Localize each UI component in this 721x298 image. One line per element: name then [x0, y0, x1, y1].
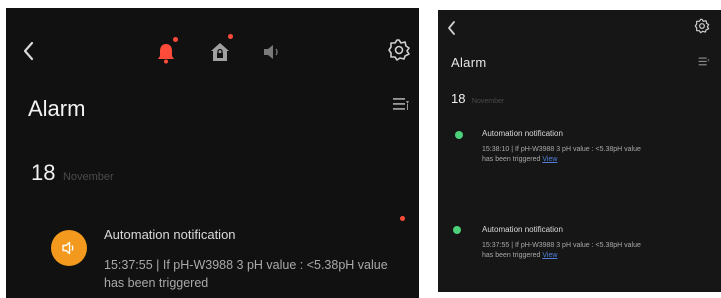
notification-item[interactable]: Automation notification 15:37:55 | If pH…	[482, 225, 692, 261]
page-title: Alarm	[28, 96, 86, 121]
date-day: 18	[31, 160, 56, 185]
notification-title: Automation notification	[104, 227, 236, 242]
notification-body: 15:38:10 | If pH-W3988 3 pH value : <5.3…	[482, 145, 647, 165]
notification-item[interactable]: Automation notification 15:37:55 | If pH…	[104, 227, 404, 292]
back-icon[interactable]	[21, 40, 37, 62]
unread-dot	[400, 216, 405, 221]
alarm-panel-main: Alarm 18 November Automation notificatio…	[6, 8, 419, 298]
speaker-icon	[62, 241, 74, 255]
notification-separator: |	[511, 242, 514, 249]
gear-icon[interactable]	[694, 18, 710, 34]
filter-list-icon[interactable]	[392, 96, 410, 112]
notification-body: 15:37:55 | If pH-W3988 3 pH value : <5.3…	[104, 256, 394, 292]
date-month: November	[62, 171, 114, 183]
view-link[interactable]: View	[542, 156, 557, 163]
notification-time: 15:37:55	[104, 258, 153, 272]
notification-icon-badge	[51, 230, 87, 266]
bell-icon[interactable]	[154, 41, 178, 65]
notification-body: 15:37:55 | If pH-W3988 3 pH value : <5.3…	[482, 241, 647, 261]
date-header: 18 November	[451, 90, 504, 108]
notification-item[interactable]: Automation notification 15:38:10 | If pH…	[482, 129, 692, 165]
view-link[interactable]: View	[542, 252, 557, 259]
date-day: 18	[451, 91, 466, 106]
gear-icon[interactable]	[387, 38, 411, 62]
alarm-panel-secondary: Alarm 18 November Automation notificatio…	[438, 10, 721, 292]
notification-time: 15:37:55	[482, 242, 510, 249]
date-header: 18 November	[31, 160, 114, 186]
notification-title: Automation notification	[482, 129, 563, 138]
house-alert-dot	[228, 34, 233, 39]
notification-title: Automation notification	[482, 225, 563, 234]
notification-separator: |	[156, 258, 160, 272]
page-title: Alarm	[451, 55, 487, 70]
date-month: November	[471, 98, 505, 105]
notification-time: 15:38:10	[482, 146, 510, 153]
bell-alert-dot	[173, 37, 178, 42]
status-dot-green	[453, 226, 461, 234]
back-icon[interactable]	[446, 20, 458, 36]
speaker-icon[interactable]	[261, 41, 283, 63]
house-lock-icon[interactable]	[208, 40, 232, 64]
filter-list-icon[interactable]	[698, 56, 710, 67]
notification-separator: |	[511, 146, 514, 153]
status-dot-green	[455, 131, 463, 139]
